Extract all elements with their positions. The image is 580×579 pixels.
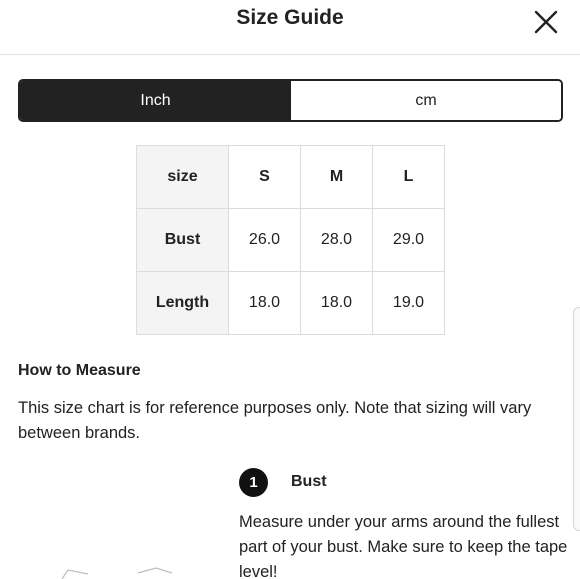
table-header-cell: S	[228, 145, 301, 209]
reference-note: This size chart is for reference purpose…	[18, 399, 532, 442]
unit-option-cm[interactable]: cm	[291, 81, 561, 120]
unit-toggle: Inch cm	[18, 79, 563, 122]
page-title: Size Guide	[236, 6, 344, 29]
table-cell: 18.0	[228, 271, 301, 335]
step-description: Measure under your arms around the fulle…	[239, 513, 568, 579]
how-to-measure-heading: How to Measure	[18, 362, 141, 379]
bust-illustration	[61, 567, 173, 579]
table-header-cell: size	[136, 145, 229, 209]
table-cell: 19.0	[372, 271, 445, 335]
table-cell: 29.0	[372, 208, 445, 272]
row-label: Length	[136, 271, 229, 335]
header: Size Guide	[0, 0, 580, 55]
table-header-row: size S M L	[136, 145, 445, 209]
unit-option-inch[interactable]: Inch	[20, 81, 291, 120]
table-header-cell: M	[300, 145, 373, 209]
step-label: Bust	[291, 473, 327, 490]
table-row: Length 18.0 18.0 19.0	[136, 271, 445, 335]
table-cell: 26.0	[228, 208, 301, 272]
scrollbar[interactable]	[573, 307, 580, 531]
close-icon[interactable]	[531, 7, 561, 37]
size-table: size S M L Bust 26.0 28.0 29.0 Length 18…	[136, 145, 445, 335]
table-cell: 18.0	[300, 271, 373, 335]
table-row: Bust 26.0 28.0 29.0	[136, 208, 445, 272]
table-cell: 28.0	[300, 208, 373, 272]
row-label: Bust	[136, 208, 229, 272]
table-header-cell: L	[372, 145, 445, 209]
step-number-badge: 1	[239, 468, 268, 497]
